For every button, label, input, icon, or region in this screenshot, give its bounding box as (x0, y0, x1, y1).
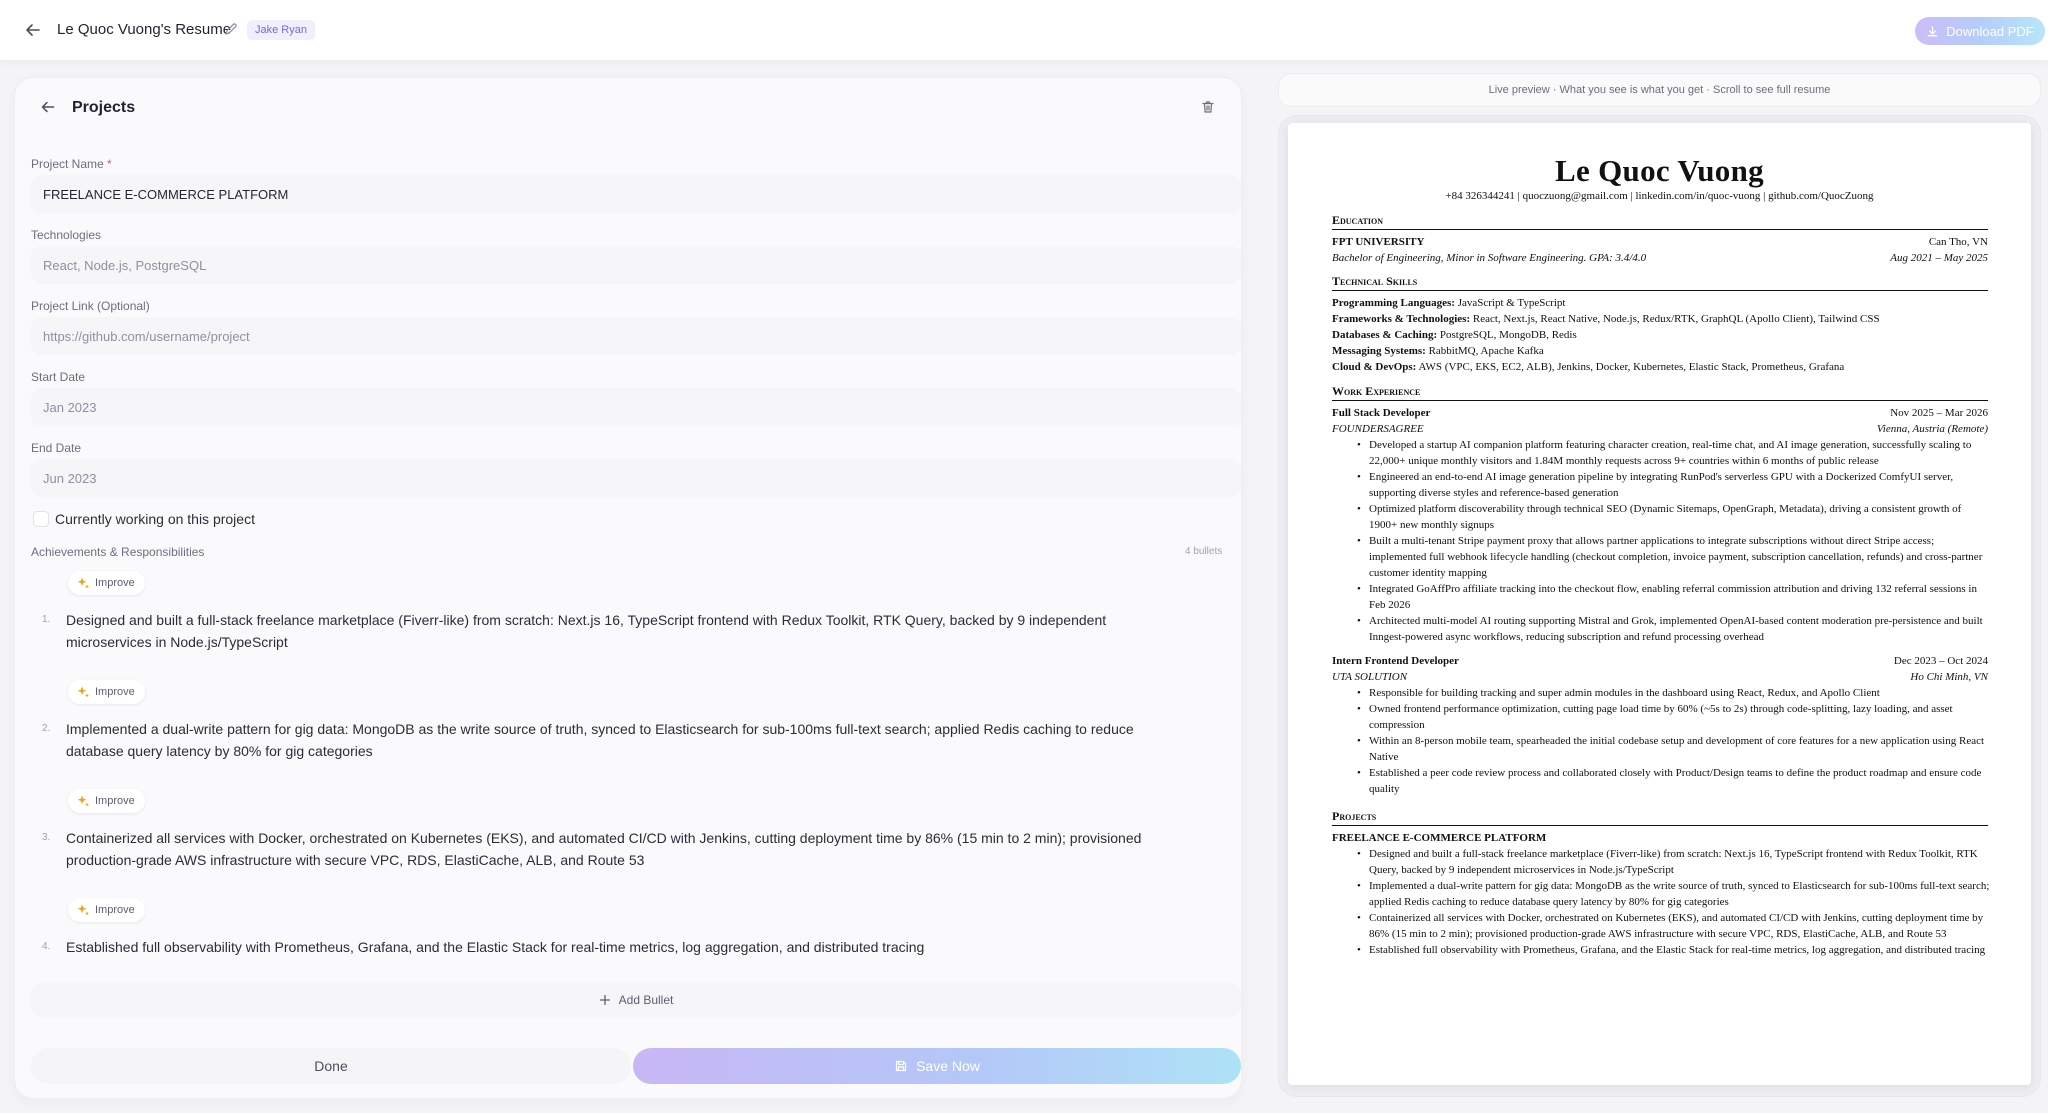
arrow-left-icon[interactable] (39, 98, 57, 116)
list-item: Established a peer code review process a… (1357, 765, 1991, 797)
list-item: Integrated GoAffPro affiliate tracking i… (1357, 581, 1991, 613)
project-link-input[interactable]: https://github.com/username/project (31, 317, 1241, 355)
improve-label: Improve (95, 904, 135, 916)
sparkle-icon (77, 577, 89, 589)
sparkle-icon (77, 795, 89, 807)
download-pdf-button[interactable]: Download PDF (1915, 17, 2045, 45)
improve-label: Improve (95, 577, 135, 589)
degree-row: Bachelor of Engineering, Minor in Softwa… (1332, 250, 1988, 266)
resume-title[interactable]: Le Quoc Vuong's Resume (57, 21, 231, 38)
improve-button[interactable]: Improve (68, 898, 145, 922)
end-date-label: End Date (31, 441, 82, 455)
technologies-input[interactable]: React, Node.js, PostgreSQL (31, 246, 1241, 284)
list-item: Responsible for building tracking and su… (1357, 685, 1991, 701)
trash-icon[interactable] (1200, 99, 1216, 115)
currently-working-label[interactable]: Currently working on this project (55, 511, 255, 527)
skill-line: Programming Languages: JavaScript & Type… (1332, 297, 1566, 309)
list-item: Established full observability with Prom… (1357, 942, 1991, 958)
job-title-row: Full Stack Developer Nov 2025 – Mar 2026 (1332, 407, 1988, 419)
add-bullet-button[interactable]: Add Bullet (31, 983, 1241, 1017)
improve-label: Improve (95, 686, 135, 698)
preview-note: Live preview · What you see is what you … (1279, 74, 2040, 106)
job-company-row: UTA SOLUTION Ho Chi Minh, VN (1332, 671, 1988, 683)
projects-heading: Projects (1332, 809, 1988, 826)
list-item: Containerized all services with Docker, … (1357, 910, 1991, 942)
work-heading: Work Experience (1332, 384, 1988, 401)
resume-name: Le Quoc Vuong (1555, 153, 1764, 188)
save-now-label: Save Now (916, 1058, 980, 1074)
start-date-input[interactable]: Jan 2023 (31, 388, 1241, 426)
bullet-number: 1. (42, 614, 51, 625)
resume-contact: +84 326344241 | quoczuong@gmail.com | li… (1445, 190, 1874, 202)
bullet-number: 3. (42, 832, 51, 843)
sparkle-icon (77, 904, 89, 916)
sparkle-icon (77, 686, 89, 698)
improve-button[interactable]: Improve (68, 571, 145, 595)
job-title-row: Intern Frontend Developer Dec 2023 – Oct… (1332, 655, 1988, 667)
project-bullets: Designed and built a full-stack freelanc… (1357, 846, 1991, 958)
project-title-row: FREELANCE E-COMMERCE PLATFORM (1332, 832, 1547, 844)
list-item: Within an 8-person mobile team, spearhea… (1357, 733, 1991, 765)
arrow-left-icon[interactable] (23, 20, 43, 40)
skills-heading: Technical Skills (1332, 274, 1988, 291)
school-location: Can Tho, VN (1928, 236, 1988, 248)
template-badge[interactable]: Jake Ryan (247, 20, 315, 40)
bullet-text[interactable]: Established full observability with Prom… (66, 936, 1156, 958)
achievements-label: Achievements & Responsibilities (31, 545, 205, 559)
section-title: Projects (72, 99, 136, 116)
download-pdf-label: Download PDF (1946, 23, 2034, 39)
done-button[interactable]: Done (31, 1048, 631, 1084)
skill-line: Cloud & DevOps: AWS (VPC, EKS, EC2, ALB)… (1332, 361, 1845, 373)
plus-icon (599, 994, 610, 1006)
bullet-count: 4 bullets (1185, 546, 1223, 557)
bullet-number: 4. (42, 941, 51, 952)
pencil-icon[interactable] (224, 22, 238, 36)
skill-line: Messaging Systems: RabbitMQ, Apache Kafk… (1332, 345, 1544, 357)
project-name-input[interactable]: FREELANCE E-COMMERCE PLATFORM (31, 175, 1241, 213)
job-bullets: Developed a startup AI companion platfor… (1357, 437, 1991, 645)
currently-working-checkbox[interactable] (33, 511, 49, 527)
school-name: FPT UNIVERSITY (1332, 236, 1425, 248)
list-item: Built a multi-tenant Stripe payment prox… (1357, 533, 1991, 581)
project-editor-panel: Projects Project Name * FREELANCE E-COMM… (15, 78, 1241, 1098)
job-company-row: FOUNDERSAGREE Vienna, Austria (Remote) (1332, 423, 1988, 435)
degree-dates: Aug 2021 – May 2025 (1890, 252, 1988, 264)
project-name-label: Project Name * (31, 157, 112, 171)
improve-label: Improve (95, 795, 135, 807)
list-item: Engineered an end-to-end AI image genera… (1357, 469, 1991, 501)
download-icon (1927, 25, 1938, 36)
technologies-label: Technologies (31, 228, 102, 242)
list-item: Architected multi-model AI routing suppo… (1357, 613, 1991, 645)
skill-line: Databases & Caching: PostgreSQL, MongoDB… (1332, 329, 1577, 341)
bullet-text[interactable]: Implemented a dual-write pattern for gig… (66, 718, 1156, 762)
job-bullets: Responsible for building tracking and su… (1357, 685, 1991, 797)
add-bullet-label: Add Bullet (618, 993, 674, 1007)
bullet-text[interactable]: Containerized all services with Docker, … (66, 827, 1156, 871)
list-item: Designed and built a full-stack freelanc… (1357, 846, 1991, 878)
top-bar: Le Quoc Vuong's Resume Jake Ryan Downloa… (0, 0, 2048, 61)
degree: Bachelor of Engineering, Minor in Softwa… (1332, 252, 1647, 264)
project-link-label: Project Link (Optional) (31, 299, 150, 313)
education-row: FPT UNIVERSITY Can Tho, VN (1332, 234, 1988, 250)
start-date-label: Start Date (31, 370, 86, 384)
list-item: Developed a startup AI companion platfor… (1357, 437, 1991, 469)
improve-button[interactable]: Improve (68, 789, 145, 813)
bullet-number: 2. (42, 723, 51, 734)
improve-button[interactable]: Improve (68, 680, 145, 704)
education-heading: Education (1332, 213, 1988, 230)
save-now-button[interactable]: Save Now (633, 1048, 1241, 1084)
list-item: Owned frontend performance optimization,… (1357, 701, 1991, 733)
end-date-input[interactable]: Jun 2023 (31, 459, 1241, 497)
bullet-text[interactable]: Designed and built a full-stack freelanc… (66, 609, 1156, 653)
list-item: Implemented a dual-write pattern for gig… (1357, 878, 1991, 910)
resume-preview[interactable]: Le Quoc Vuong +84 326344241 | quoczuong@… (1288, 123, 2031, 1085)
list-item: Optimized platform discoverability throu… (1357, 501, 1991, 533)
floppy-icon (895, 1060, 907, 1072)
skill-line: Frameworks & Technologies: React, Next.j… (1332, 313, 1880, 325)
